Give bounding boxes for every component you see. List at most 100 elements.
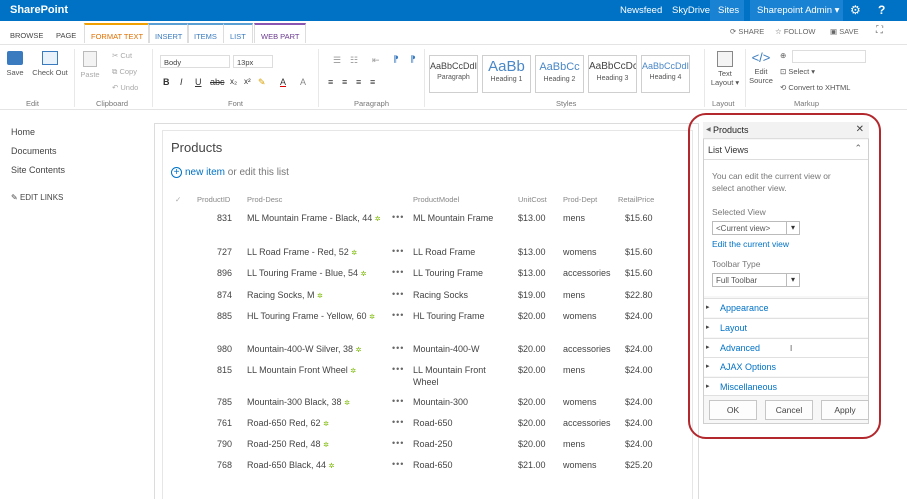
style-heading-3[interactable]: AaBbCcDc Heading 3: [588, 55, 637, 93]
nav-skydrive[interactable]: SkyDrive: [672, 5, 710, 16]
styles-markup-icon[interactable]: ⊕: [780, 51, 786, 60]
underline-button[interactable]: U: [195, 77, 202, 87]
copy-button[interactable]: ⧉ Copy: [112, 67, 137, 77]
bullets-icon[interactable]: ☰: [333, 55, 341, 66]
tab-items[interactable]: ITEMS: [187, 23, 224, 43]
select-button[interactable]: ⊡ Select ▾: [780, 67, 815, 76]
cell-prod-desc-link[interactable]: Mountain-400-W Silver, 38 ✲: [247, 343, 387, 357]
clear-format-icon[interactable]: A: [300, 77, 306, 87]
apply-button[interactable]: Apply: [821, 400, 869, 420]
item-menu-ellipsis-icon[interactable]: •••: [392, 417, 404, 427]
tab-insert[interactable]: INSERT: [148, 23, 190, 43]
cell-prod-desc-link[interactable]: Road-250 Red, 48 ✲: [247, 438, 387, 452]
cut-button[interactable]: ✂ Cut: [112, 51, 132, 60]
cell-prod-desc-link[interactable]: Racing Socks, M ✲: [247, 289, 387, 303]
brand-logo[interactable]: SharePoint: [10, 4, 68, 16]
item-menu-ellipsis-icon[interactable]: •••: [392, 438, 404, 448]
list-title[interactable]: Products: [171, 140, 222, 155]
section-advanced[interactable]: ▸ Advanced I: [704, 338, 868, 357]
gear-icon[interactable]: ⚙: [850, 3, 861, 17]
ltr-icon[interactable]: ⁋: [393, 54, 399, 65]
section-miscellaneous[interactable]: ▸ Miscellaneous: [704, 377, 868, 396]
text-layout-button[interactable]: Text Layout ▾: [708, 51, 742, 87]
new-item-link[interactable]: + new item or edit this list: [171, 167, 289, 178]
cell-prod-desc-link[interactable]: Road-650 Red, 62 ✲: [247, 417, 387, 431]
paste-button[interactable]: Paste: [78, 51, 102, 79]
item-menu-ellipsis-icon[interactable]: •••: [392, 267, 404, 277]
item-menu-ellipsis-icon[interactable]: •••: [392, 364, 404, 374]
section-ajax-options[interactable]: ▸ AJAX Options: [704, 357, 868, 376]
justify-icon[interactable]: ≡: [370, 77, 375, 87]
selected-view-select[interactable]: <Current view> ▾: [712, 221, 800, 235]
outdent-icon[interactable]: ⇤: [372, 55, 380, 66]
save-page-button[interactable]: ▣ SAVE: [830, 27, 859, 36]
section-layout[interactable]: ▸ Layout: [704, 318, 868, 337]
item-menu-ellipsis-icon[interactable]: •••: [392, 459, 404, 469]
italic-button[interactable]: I: [180, 77, 183, 87]
cell-prod-desc-link[interactable]: LL Road Frame - Red, 52 ✲: [247, 246, 387, 260]
share-button[interactable]: ⟳ SHARE: [730, 27, 764, 36]
font-family-select[interactable]: Body: [160, 55, 230, 68]
list-views-header[interactable]: List Views ⌃: [704, 140, 868, 160]
edit-links-button[interactable]: ✎ EDIT LINKS: [11, 193, 63, 202]
nav-documents[interactable]: Documents: [11, 146, 57, 156]
collapse-section-icon[interactable]: ⌃: [854, 143, 862, 154]
subscript-button[interactable]: x₂: [230, 77, 237, 86]
column-header-productid[interactable]: ProductID: [197, 195, 230, 204]
column-header-prod-dept[interactable]: Prod-Dept: [563, 195, 597, 204]
edit-source-button[interactable]: </> Edit Source: [748, 51, 774, 86]
cell-prod-desc-link[interactable]: LL Touring Frame - Blue, 54 ✲: [247, 267, 387, 281]
column-header-prod-desc[interactable]: Prod-Desc: [247, 195, 282, 204]
ok-button[interactable]: OK: [709, 400, 757, 420]
tab-page[interactable]: PAGE: [50, 24, 82, 44]
tab-format-text[interactable]: FORMAT TEXT: [84, 23, 151, 43]
item-menu-ellipsis-icon[interactable]: •••: [392, 289, 404, 299]
nav-sites[interactable]: Sites: [718, 5, 739, 16]
convert-xhtml-button[interactable]: ⟲ Convert to XHTML: [780, 83, 850, 92]
align-right-icon[interactable]: ≡: [356, 77, 361, 87]
follow-button[interactable]: ☆ FOLLOW: [775, 27, 816, 36]
align-left-icon[interactable]: ≡: [328, 77, 333, 87]
nav-home[interactable]: Home: [11, 127, 35, 137]
checkout-button[interactable]: Check Out: [30, 51, 70, 77]
bold-button[interactable]: B: [163, 77, 170, 87]
item-menu-ellipsis-icon[interactable]: •••: [392, 396, 404, 406]
style-heading-4[interactable]: AaBbCcDdI Heading 4: [641, 55, 690, 93]
cell-prod-desc-link[interactable]: ML Mountain Frame - Black, 44 ✲: [247, 212, 387, 226]
style-heading-1[interactable]: AaBb Heading 1: [482, 55, 531, 93]
close-icon[interactable]: ✕: [856, 124, 864, 135]
align-center-icon[interactable]: ≡: [342, 77, 347, 87]
cell-prod-desc-link[interactable]: HL Touring Frame - Yellow, 60 ✲: [247, 310, 387, 324]
style-paragraph[interactable]: AaBbCcDdI Paragraph: [429, 55, 478, 93]
cell-prod-desc-link[interactable]: LL Mountain Front Wheel ✲: [247, 364, 387, 378]
focus-icon[interactable]: ⛶: [876, 25, 883, 36]
column-header-unitcost[interactable]: UnitCost: [518, 195, 547, 204]
item-menu-ellipsis-icon[interactable]: •••: [392, 212, 404, 222]
user-menu[interactable]: Sharepoint Admin ▾: [750, 0, 843, 21]
column-header-retailprice[interactable]: RetailPrice: [618, 195, 654, 204]
strikethrough-button[interactable]: abc: [210, 77, 225, 87]
item-menu-ellipsis-icon[interactable]: •••: [392, 343, 404, 353]
tab-web-part[interactable]: WEB PART: [254, 23, 307, 43]
select-all-checkmark-icon[interactable]: ✓: [175, 195, 181, 204]
edit-current-view-link[interactable]: Edit the current view: [712, 238, 789, 250]
tab-browse[interactable]: BROWSE: [4, 24, 49, 44]
column-header-productmodel[interactable]: ProductModel: [413, 195, 459, 204]
cell-prod-desc-link[interactable]: Road-650 Black, 44 ✲: [247, 459, 387, 473]
highlight-icon[interactable]: ✎: [258, 77, 266, 88]
nav-site-contents[interactable]: Site Contents: [11, 165, 65, 175]
save-button[interactable]: Save: [4, 51, 26, 77]
help-icon[interactable]: ?: [878, 3, 885, 17]
rtl-icon[interactable]: ⁋: [410, 54, 416, 65]
superscript-button[interactable]: x²: [244, 77, 251, 86]
numbering-icon[interactable]: ☷: [350, 55, 358, 66]
item-menu-ellipsis-icon[interactable]: •••: [392, 310, 404, 320]
collapse-arrow-icon[interactable]: ◀: [706, 126, 711, 133]
item-menu-ellipsis-icon[interactable]: •••: [392, 246, 404, 256]
cell-prod-desc-link[interactable]: Mountain-300 Black, 38 ✲: [247, 396, 387, 410]
section-appearance[interactable]: ▸ Appearance: [704, 298, 868, 317]
cancel-button[interactable]: Cancel: [765, 400, 813, 420]
font-size-select[interactable]: 13px: [233, 55, 273, 68]
tab-list[interactable]: LIST: [224, 23, 253, 43]
nav-newsfeed[interactable]: Newsfeed: [620, 5, 662, 16]
